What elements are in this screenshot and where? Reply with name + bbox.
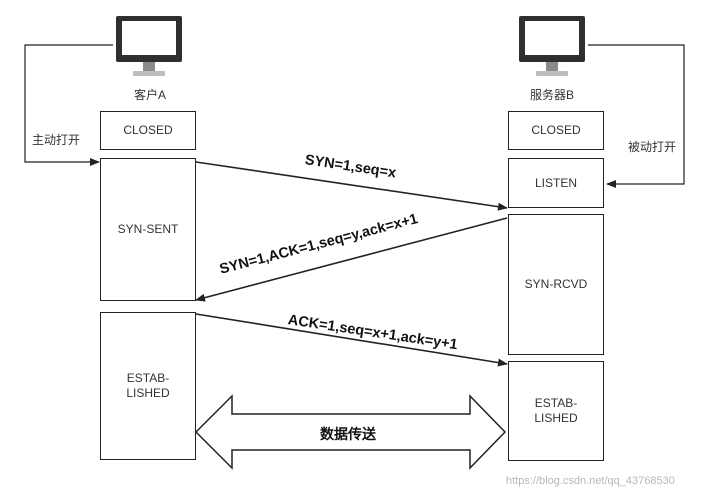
- watermark: https://blog.csdn.net/qq_43768530: [506, 475, 675, 487]
- server-state-syn-rcvd: SYN-RCVD: [508, 214, 604, 355]
- client-state-syn-sent: SYN-SENT: [100, 158, 196, 301]
- client-state-established: ESTAB- LISHED: [100, 312, 196, 460]
- server-state-closed: CLOSED: [508, 111, 604, 150]
- server-state-established: ESTAB- LISHED: [508, 361, 604, 461]
- data-transfer-label: 数据传送: [320, 426, 376, 442]
- client-state-closed: CLOSED: [100, 111, 196, 150]
- server-state-listen: LISTEN: [508, 158, 604, 208]
- client-action-label: 主动打开: [32, 133, 81, 147]
- server-action-label: 被动打开: [628, 140, 677, 154]
